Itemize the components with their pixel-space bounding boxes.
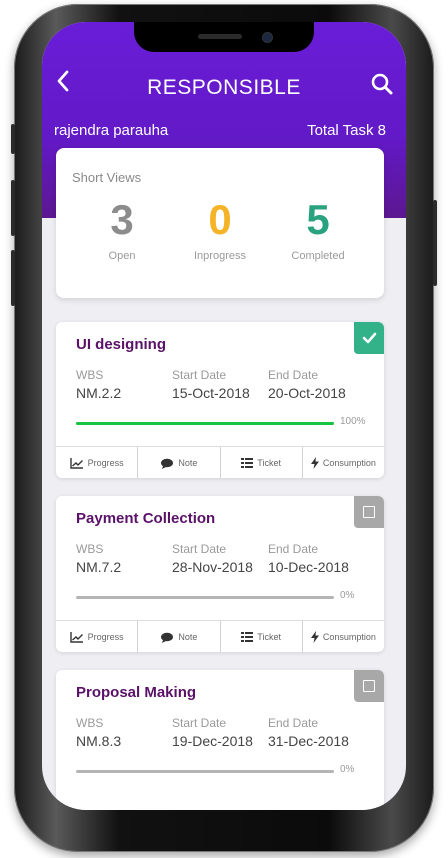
wbs-value: NM.2.2 [76,385,122,401]
note-button[interactable]: Note [137,447,219,478]
start-date-label: Start Date [172,542,227,556]
task-card[interactable]: UI designing WBS NM.2.2 Start Date 15-Oc… [56,322,384,478]
wbs-field: WBS NM.2.2 [76,368,121,401]
ticket-label: Ticket [257,458,281,468]
start-date-value: 19-Dec-2018 [172,733,253,749]
stat-value: 0 [208,196,232,243]
start-date-field: Start Date 15-Oct-2018 [172,368,250,401]
start-date-value: 15-Oct-2018 [172,385,250,401]
stat-inprogress[interactable]: 0 Inprogress [170,196,270,262]
task-name: UI designing [76,336,166,353]
stat-label: Inprogress [194,250,246,262]
task-actions: Progress Note Ticket Consumption [56,620,384,652]
end-date-label: End Date [268,368,319,382]
progress-percent: 100% [340,416,366,427]
summary-card: Short Views 3 Open 0 Inprogress 5 Comple… [56,148,384,298]
lightning-icon [310,457,319,469]
start-date-field: Start Date 19-Dec-2018 [172,716,253,749]
task-card[interactable]: Proposal Making WBS NM.8.3 Start Date 19… [56,670,384,810]
page-title: RESPONSIBLE [147,76,301,99]
consumption-button[interactable]: Consumption [301,447,384,478]
start-date-label: Start Date [172,368,227,382]
end-date-field: End Date 10-Dec-2018 [268,542,349,575]
end-date-value: 20-Oct-2018 [268,385,346,401]
total-task: Total Task 8 [307,122,386,139]
wbs-label: WBS [76,368,104,382]
task-status-flag[interactable] [354,670,384,702]
start-date-label: Start Date [172,716,227,730]
stat-label: Open [108,250,136,262]
stat-label: Completed [291,250,345,262]
progress-percent: 0% [340,764,355,775]
checkbox-icon [363,680,375,692]
ticket-label: Ticket [257,632,281,642]
start-date-value: 28-Nov-2018 [172,559,253,575]
speech-bubble-icon [161,632,174,643]
lightning-icon [310,631,319,643]
stat-value: 5 [306,196,330,243]
start-date-field: Start Date 28-Nov-2018 [172,542,253,575]
front-camera [262,32,273,43]
app-screen: RESPONSIBLE rajendra parauha Total Task … [42,22,406,810]
wbs-value: NM.8.3 [76,733,122,749]
wbs-field: WBS NM.7.2 [76,542,121,575]
progress-fill [76,422,334,425]
consumption-label: Consumption [322,632,376,642]
wbs-value: NM.7.2 [76,559,122,575]
task-status-flag[interactable] [354,322,384,354]
mute-switch [11,124,15,154]
volume-down-button [11,250,15,306]
stat-open[interactable]: 3 Open [72,196,172,262]
end-date-label: End Date [268,716,319,730]
wbs-label: WBS [76,542,104,556]
progress-bar [76,596,334,599]
progress-label: Progress [87,632,124,642]
note-button[interactable]: Note [137,621,219,652]
end-date-field: End Date 31-Dec-2018 [268,716,349,749]
ticket-icon [241,458,254,468]
stat-value: 3 [110,196,134,243]
end-date-label: End Date [268,542,319,556]
task-name: Payment Collection [76,510,216,527]
volume-up-button [11,180,15,236]
ticket-icon [241,632,254,642]
checkbox-icon [363,506,375,518]
power-button [433,200,437,286]
note-label: Note [178,632,198,642]
task-name: Proposal Making [76,684,197,701]
end-date-field: End Date 20-Oct-2018 [268,368,346,401]
speaker [198,34,242,39]
chart-icon [69,631,83,643]
wbs-field: WBS NM.8.3 [76,716,121,749]
task-card[interactable]: Payment Collection WBS NM.7.2 Start Date… [56,496,384,652]
task-status-flag[interactable] [354,496,384,528]
ticket-button[interactable]: Ticket [219,621,302,652]
summary-label: Short Views [72,170,142,185]
progress-bar [76,770,334,773]
task-actions: Progress Note Ticket Consumption [56,446,384,478]
speech-bubble-icon [161,458,174,469]
consumption-label: Consumption [322,458,376,468]
progress-label: Progress [87,458,124,468]
progress-button[interactable]: Progress [56,447,137,478]
wbs-label: WBS [76,716,104,730]
note-label: Note [178,458,198,468]
chart-icon [69,457,83,469]
checkmark-icon [362,332,377,344]
stat-completed[interactable]: 5 Completed [268,196,368,262]
notch [134,22,314,52]
consumption-button[interactable]: Consumption [301,621,384,652]
progress-percent: 0% [340,590,355,601]
end-date-value: 10-Dec-2018 [268,559,349,575]
search-icon[interactable] [370,72,394,96]
end-date-value: 31-Dec-2018 [268,733,349,749]
ticket-button[interactable]: Ticket [219,447,302,478]
progress-bar [76,422,334,425]
progress-button[interactable]: Progress [56,621,137,652]
user-name: rajendra parauha [54,122,169,139]
